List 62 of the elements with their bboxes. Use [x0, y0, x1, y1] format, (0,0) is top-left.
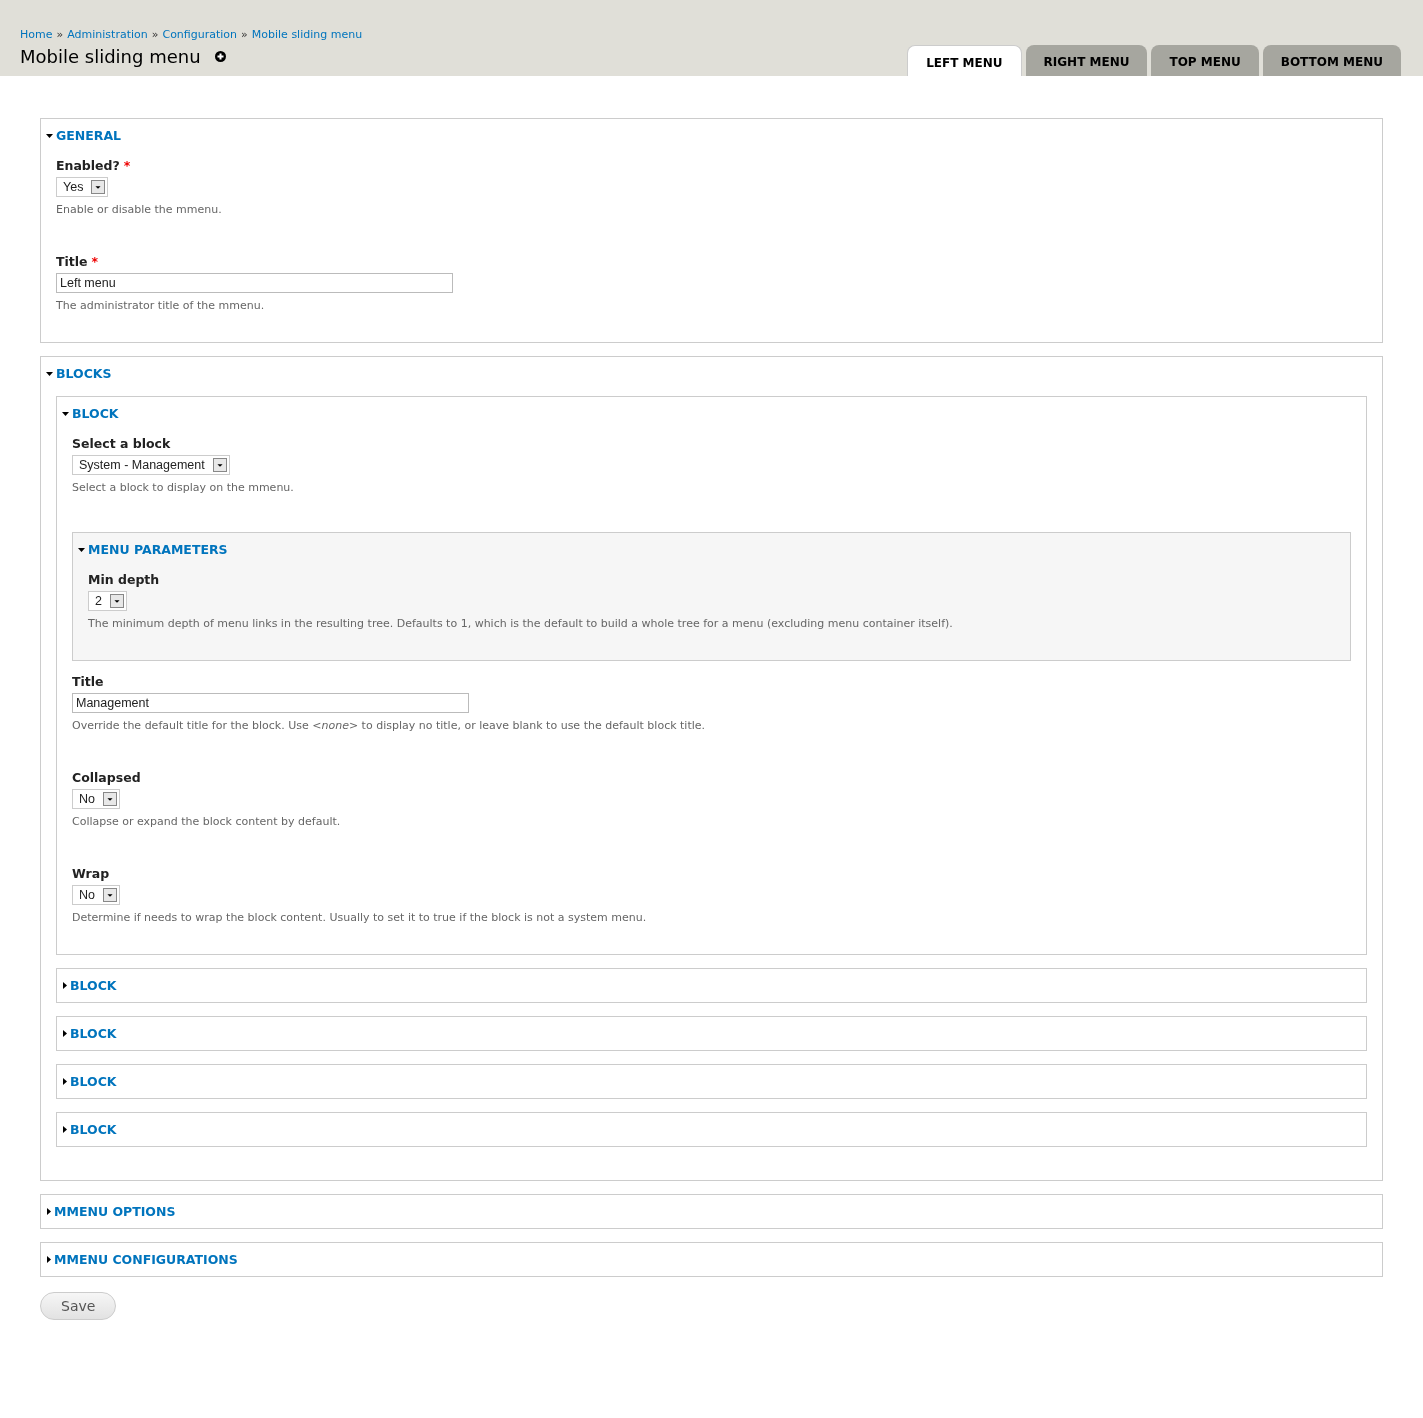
select-dropdown[interactable]: 2 — [88, 591, 127, 611]
field-description: The administrator title of the mmenu. — [56, 299, 266, 312]
breadcrumb-separator: » — [241, 28, 248, 41]
field-label: Min depth — [88, 572, 161, 587]
section-toggle[interactable]: MMENU OPTIONS — [41, 1195, 1382, 1228]
dropdown-caret-icon — [109, 594, 124, 608]
breadcrumb-separator: » — [56, 28, 64, 41]
expand-arrow-icon — [63, 1126, 67, 1133]
expand-arrow-icon — [63, 1078, 67, 1085]
select-dropdown[interactable]: Yes — [56, 177, 109, 197]
tab[interactable]: RIGHT MENU — [1025, 45, 1148, 76]
section-toggle[interactable]: BLOCK — [57, 397, 1366, 430]
dropdown-caret-icon — [103, 792, 117, 806]
collapse-arrow-icon — [46, 133, 53, 138]
section-toggle[interactable]: BLOCK — [57, 1065, 1366, 1098]
section-toggle[interactable]: GENERAL — [41, 119, 1382, 152]
field-label: Wrap — [72, 866, 111, 881]
save-button[interactable]: Save — [40, 1292, 117, 1320]
tab[interactable]: BOTTOM MENU — [1262, 45, 1401, 76]
breadcrumb-link[interactable]: Mobile sliding menu — [251, 28, 363, 41]
select-dropdown[interactable]: No — [72, 789, 120, 809]
section-toggle[interactable]: MMENU CONFIGURATIONS — [41, 1243, 1382, 1276]
collapse-arrow-icon — [46, 371, 53, 376]
tab[interactable]: TOP MENU — [1151, 45, 1259, 76]
text-input[interactable]: Management — [72, 693, 469, 713]
field-description: Enable or disable the mmenu. — [56, 203, 223, 216]
field-description: Determine if needs to wrap the block content. Usually to set it to true if the block is not a system menu. — [72, 911, 648, 924]
expand-arrow-icon — [63, 982, 67, 989]
section-toggle[interactable]: BLOCK — [57, 1017, 1366, 1050]
page-title: Mobile sliding menu — [20, 46, 201, 67]
field-label: Select a block — [72, 436, 172, 451]
section-toggle[interactable]: MENU PARAMETERS — [73, 533, 1350, 566]
breadcrumb-link[interactable]: Configuration — [162, 28, 238, 41]
field-description: Override the default title for the block. Use <none> to display no title, or leave blank to use the default block title. — [72, 719, 707, 732]
section-toggle[interactable]: BLOCK — [57, 1113, 1366, 1146]
dropdown-caret-icon — [91, 180, 106, 194]
breadcrumb-separator: » — [151, 28, 159, 41]
select-dropdown[interactable]: System - Management — [72, 455, 230, 475]
field-description: The minimum depth of menu links in the resulting tree. Defaults to 1, which is the default to build a whole tree for a menu (excluding menu container itself). — [88, 617, 954, 630]
field-description: Collapse or expand the block content by default. — [72, 815, 342, 828]
required-mark: * — [91, 254, 99, 269]
dropdown-caret-icon — [212, 458, 227, 472]
breadcrumb-link[interactable]: Home — [20, 28, 53, 41]
required-mark: * — [123, 158, 131, 173]
expand-arrow-icon — [63, 1030, 67, 1037]
field-label: Title * — [56, 254, 100, 269]
collapse-arrow-icon — [62, 411, 69, 416]
section-toggle[interactable]: BLOCK — [57, 969, 1366, 1002]
field-description: Select a block to display on the mmenu. — [72, 481, 295, 494]
section-toggle[interactable]: BLOCKS — [41, 357, 1382, 390]
breadcrumb-link[interactable]: Administration — [67, 28, 148, 41]
select-dropdown[interactable]: No — [72, 885, 120, 905]
field-label: Title — [72, 674, 105, 689]
dropdown-caret-icon — [103, 888, 117, 902]
expand-arrow-icon — [47, 1208, 51, 1215]
field-label: Enabled? * — [56, 158, 132, 173]
tab[interactable]: LEFT MENU — [907, 45, 1022, 76]
collapse-arrow-icon — [78, 547, 85, 552]
add-shortcut-icon[interactable] — [214, 51, 226, 62]
expand-arrow-icon — [47, 1256, 51, 1263]
text-input[interactable]: Left menu — [56, 273, 453, 293]
field-label: Collapsed — [72, 770, 142, 785]
